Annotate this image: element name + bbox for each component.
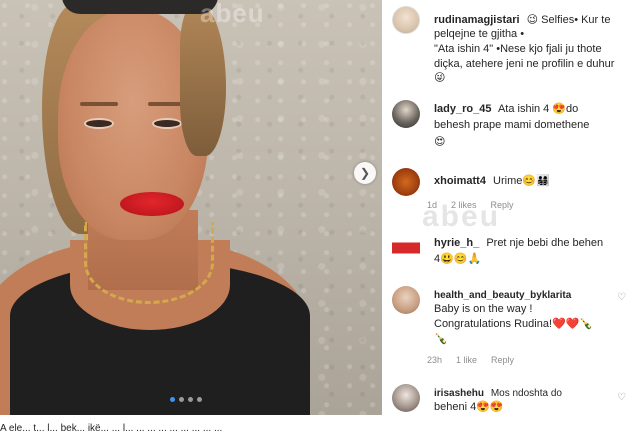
- comment-item: hyrie_h_ Pret nje bebi dhe behen 4😃😊🙏: [384, 232, 640, 276]
- comment-text: Mos ndoshta do: [490, 388, 562, 399]
- comment-username[interactable]: lady_ro_45: [434, 103, 491, 115]
- comment-username[interactable]: xhoimatt4: [434, 175, 486, 187]
- comments-panel: rudinamagjistari 😉 Selfies• Kur te pelqe…: [384, 0, 640, 415]
- right-eye: [152, 118, 182, 129]
- comment-text: Ata ishin 4 😍do: [497, 103, 579, 115]
- comment-emoji: 🍾: [434, 332, 448, 345]
- photo-watermark: abeu: [200, 0, 265, 28]
- comment-username[interactable]: hyrie_h_: [434, 237, 479, 249]
- comment-username[interactable]: rudinamagjistari: [434, 14, 520, 26]
- comment-item: health_and_beauty_byklarita ♡ Baby is on…: [384, 284, 640, 374]
- comment-item: lady_ro_45 Ata ishin 4 😍do behesh prape …: [384, 98, 640, 156]
- comment-emoji: 😉: [526, 13, 539, 26]
- caption-comment: rudinamagjistari 😉 Selfies• Kur te pelqe…: [384, 4, 640, 84]
- comment-text: Selfies• Kur te: [541, 14, 611, 26]
- comment-text: Pret nje bebi dhe behen: [486, 237, 604, 249]
- red-lips: [120, 192, 184, 216]
- sunglasses: [62, 0, 218, 14]
- avatar[interactable]: [392, 100, 420, 128]
- comment-text: diçka, atehere jeni ne profilin e duhur: [434, 58, 615, 70]
- avatar[interactable]: [392, 168, 420, 196]
- comment-emoji: 😜: [434, 71, 446, 84]
- next-photo-button[interactable]: ❯: [354, 162, 376, 184]
- comment-watermark: abeu: [422, 200, 501, 233]
- comment-text: behesh prape mami domethene: [434, 119, 590, 131]
- left-eye: [84, 118, 114, 129]
- carousel-dot: [170, 397, 175, 402]
- left-brow: [80, 102, 118, 106]
- carousel-dot: [188, 397, 193, 402]
- comment-meta: 23h 1 like Reply: [427, 355, 514, 365]
- avatar[interactable]: [392, 384, 420, 412]
- comment-time: 23h: [427, 355, 443, 365]
- avatar[interactable]: [392, 286, 420, 314]
- gold-necklace: [84, 222, 214, 304]
- comment-item: irisashehu Mos ndoshta do ♡ beheni 4😍😍: [384, 382, 640, 415]
- post-photo[interactable]: abeu ❯: [0, 0, 382, 415]
- heart-icon[interactable]: ♡: [617, 392, 626, 403]
- comment-emoji: 😍: [434, 135, 446, 148]
- reply-button[interactable]: Reply: [491, 355, 514, 365]
- comment-username[interactable]: irisashehu: [434, 388, 484, 399]
- comment-item: xhoimatt4 Urime😊👨‍👩‍👧‍👦 1d 2 likes Reply…: [384, 166, 640, 233]
- comment-text: "Ata ishin 4" •Nese kjo fjali ju thote: [434, 43, 602, 55]
- comment-text: 4😃😊🙏: [434, 253, 482, 265]
- comment-text: pelqejne te gjitha •: [434, 28, 525, 40]
- comment-likes[interactable]: 1 like: [456, 355, 477, 365]
- heart-icon[interactable]: ♡: [617, 292, 626, 303]
- bottom-caption: A ele... t... l... bek... ikë... ... l..…: [0, 423, 223, 434]
- chevron-right-icon: ❯: [359, 166, 371, 180]
- comment-username[interactable]: health_and_beauty_byklarita: [434, 290, 571, 301]
- carousel-dot: [179, 397, 184, 402]
- carousel-dot: [197, 397, 202, 402]
- avatar[interactable]: [392, 6, 420, 34]
- comment-text: Congratulations Rudina!❤️❤️🍾: [434, 318, 594, 330]
- avatar[interactable]: [392, 234, 420, 262]
- comment-text: Urime😊👨‍👩‍👧‍👦: [493, 175, 550, 187]
- comment-text: Baby is on the way !: [434, 303, 533, 315]
- comment-text: beheni 4😍😍: [434, 401, 504, 413]
- carousel-dots: [170, 397, 202, 402]
